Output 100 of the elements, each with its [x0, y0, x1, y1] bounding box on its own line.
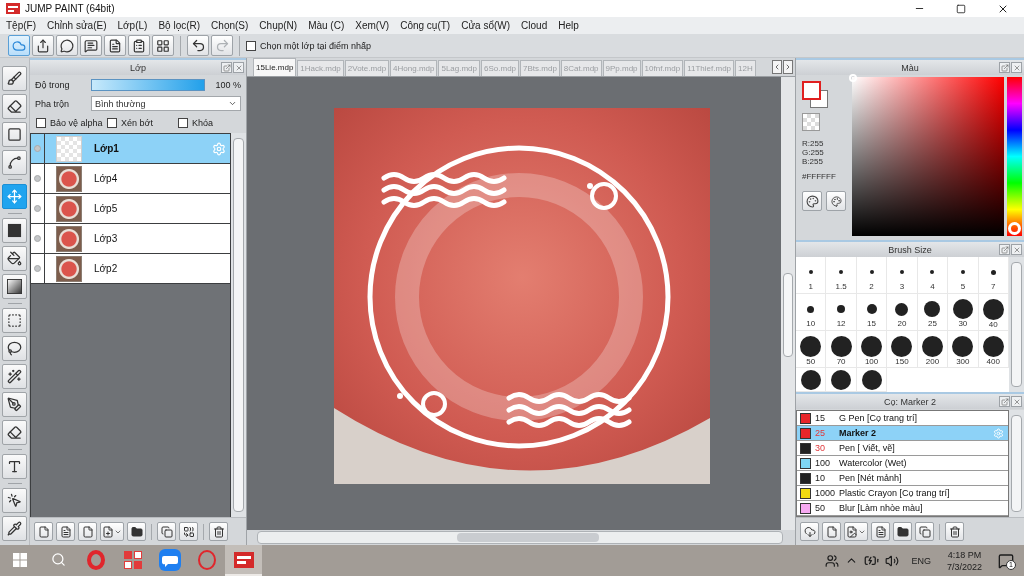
brush-size-cell[interactable]: 10: [796, 294, 827, 331]
scroll-right-button[interactable]: [783, 60, 793, 74]
file-plus-button[interactable]: [100, 522, 124, 541]
brush-size-cell[interactable]: 12: [826, 294, 857, 331]
palette-button[interactable]: [802, 191, 822, 211]
scrollbar-thumb[interactable]: [233, 138, 244, 512]
scrollbar-thumb[interactable]: [1011, 415, 1022, 512]
paint-bucket-tool-button[interactable]: [2, 246, 27, 271]
brush-row[interactable]: 1000 Plastic Crayon [Cọ trang trí]: [797, 486, 1008, 501]
popout-button[interactable]: [999, 396, 1010, 407]
magic-wand-tool-button[interactable]: [2, 364, 27, 389]
eraser-tool-button[interactable]: [2, 94, 27, 119]
brush-row[interactable]: 50 Blur [Làm nhòe màu]: [797, 501, 1008, 516]
brush-size-cell[interactable]: 15: [856, 294, 888, 331]
undo-button[interactable]: [187, 35, 209, 56]
file-text-button[interactable]: [56, 522, 75, 541]
brush-size-cell[interactable]: 20: [887, 294, 918, 331]
brush-size-cell[interactable]: [796, 368, 827, 392]
language-indicator[interactable]: ENG: [903, 545, 939, 576]
close-button[interactable]: [1011, 62, 1022, 73]
popout-button[interactable]: [221, 62, 232, 73]
grid-button[interactable]: [152, 35, 174, 56]
brush-size-cell[interactable]: 150: [887, 331, 918, 368]
checkbox[interactable]: [107, 117, 117, 128]
hue-slider[interactable]: [1007, 77, 1022, 236]
menu-item[interactable]: Chụp(N): [259, 20, 298, 31]
scrollbar-thumb[interactable]: [457, 533, 599, 542]
folder-button[interactable]: [893, 522, 912, 541]
brush-size-cell[interactable]: 40: [978, 294, 1009, 331]
color-picker[interactable]: [852, 77, 1004, 236]
square-tool-button[interactable]: [2, 122, 27, 147]
checkbox[interactable]: [178, 117, 188, 128]
brush-row[interactable]: 10 Pen [Nét mảnh]: [797, 471, 1008, 486]
brush-size-cell[interactable]: 2: [856, 257, 888, 294]
file-button[interactable]: [822, 522, 841, 541]
folder-button[interactable]: [127, 522, 146, 541]
shapes-button[interactable]: [179, 522, 198, 541]
brush-size-cell[interactable]: 70: [826, 331, 857, 368]
menu-item[interactable]: Xem(V): [355, 20, 390, 31]
brush-size-cell[interactable]: 400: [978, 331, 1009, 368]
palette-button[interactable]: [826, 191, 846, 211]
menu-item[interactable]: Chọn(S): [211, 20, 249, 31]
scrollbar-thumb[interactable]: [1011, 262, 1022, 387]
scrollbar[interactable]: [781, 77, 795, 530]
brush-size-cell[interactable]: 100: [856, 331, 888, 368]
trash-button[interactable]: [209, 522, 228, 541]
popout-button[interactable]: [999, 62, 1010, 73]
scroll-left-button[interactable]: [772, 60, 782, 74]
brush-tool-button[interactable]: [2, 66, 27, 91]
scrollbar[interactable]: [1009, 410, 1024, 517]
document-button[interactable]: [104, 35, 126, 56]
layer-row[interactable]: Lớp1: [31, 134, 230, 164]
brush-row[interactable]: 15 G Pen [Cọ trang trí]: [797, 411, 1008, 426]
menu-item[interactable]: Công cụ(T): [400, 20, 451, 31]
menu-item[interactable]: Tệp(F): [6, 20, 36, 31]
brush-size-cell[interactable]: 25: [917, 294, 949, 331]
pointer-tool-button[interactable]: [2, 488, 27, 513]
hue-marker-icon[interactable]: [1008, 222, 1021, 235]
lasso-tool-button[interactable]: [2, 336, 27, 361]
visibility-dot-icon[interactable]: [34, 235, 41, 242]
file-text-button[interactable]: [871, 522, 890, 541]
close-button[interactable]: [1011, 244, 1022, 255]
menu-item[interactable]: Lớp(L): [117, 20, 148, 31]
close-button[interactable]: [233, 62, 244, 73]
clock[interactable]: 4:18 PM 7/3/2022: [940, 545, 988, 576]
brush-size-cell[interactable]: 300: [948, 331, 979, 368]
file-button[interactable]: [34, 522, 53, 541]
brush-size-cell[interactable]: 30: [948, 294, 979, 331]
visibility-dot-icon[interactable]: [34, 205, 41, 212]
brush-size-cell[interactable]: 200: [917, 331, 949, 368]
layer-row[interactable]: Lớp3: [31, 224, 230, 254]
brush-size-cell[interactable]: 50: [796, 331, 827, 368]
scrollbar[interactable]: [257, 531, 783, 544]
cloud-download-button[interactable]: [800, 522, 819, 541]
menu-item[interactable]: Bộ lọc(R): [158, 20, 201, 31]
text-tool-button[interactable]: [2, 454, 27, 479]
brush-size-cell[interactable]: 4: [917, 257, 949, 294]
color-swatches-icon[interactable]: [802, 81, 829, 108]
filled-square-tool-button[interactable]: [2, 218, 27, 243]
message-button[interactable]: [80, 35, 102, 56]
pen-tool-button[interactable]: [2, 392, 27, 417]
layer-row[interactable]: Lớp5: [31, 194, 230, 224]
menu-item[interactable]: Màu (C): [308, 20, 345, 31]
visibility-dot-icon[interactable]: [34, 145, 41, 152]
clipboard-list-button[interactable]: [128, 35, 150, 56]
curve-tool-button[interactable]: [2, 150, 27, 175]
menu-item[interactable]: Cloud: [521, 20, 548, 31]
eyedropper-tool-button[interactable]: [2, 516, 27, 541]
eraser-tool-button[interactable]: [2, 420, 27, 445]
brush-size-cell[interactable]: 1: [796, 257, 827, 294]
scrollbar[interactable]: [1009, 257, 1024, 392]
document-tab[interactable]: 15Lie.mdp: [253, 58, 297, 76]
brush-size-cell[interactable]: 7: [978, 257, 1009, 294]
menu-item[interactable]: Cửa sổ(W): [461, 20, 511, 31]
brush-size-cell[interactable]: 1.5: [826, 257, 857, 294]
close-button[interactable]: [1011, 396, 1022, 407]
copy-button[interactable]: [915, 522, 934, 541]
checkbox[interactable]: [246, 40, 256, 51]
visibility-dot-icon[interactable]: [34, 265, 41, 272]
brush-row[interactable]: 100 Watercolor (Wet): [797, 456, 1008, 471]
